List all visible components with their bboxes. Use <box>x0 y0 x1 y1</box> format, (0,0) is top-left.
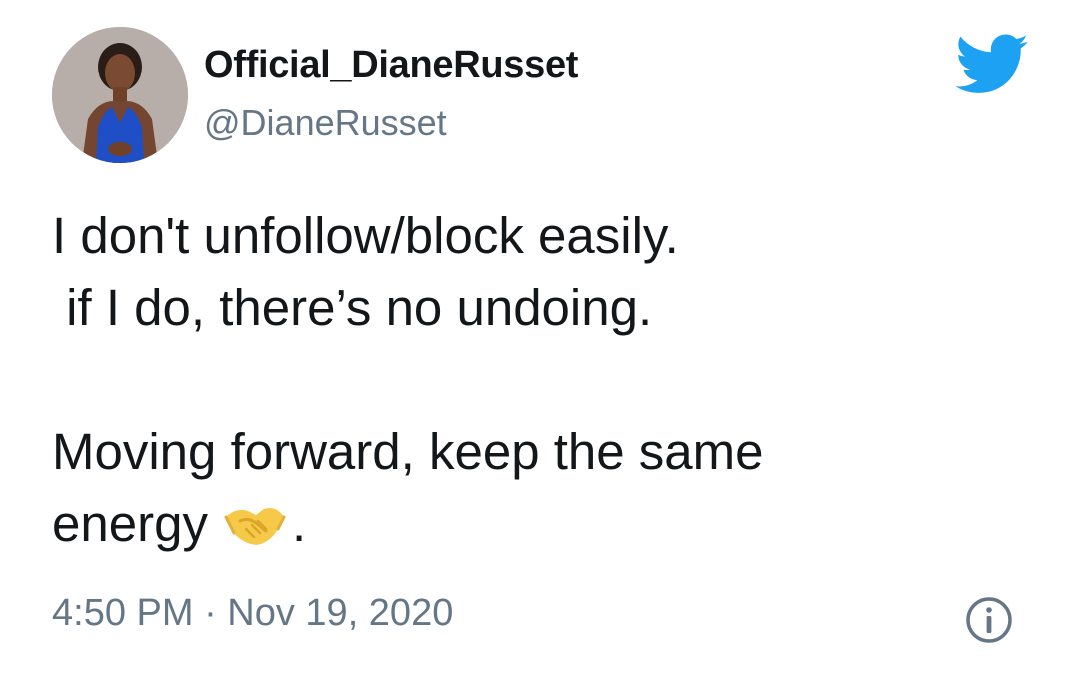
twitter-bird-icon[interactable] <box>954 34 1030 96</box>
tweet-line: energy <box>52 495 208 552</box>
avatar-photo <box>52 27 188 163</box>
tweet-timestamp[interactable]: 4:50 PM · Nov 19, 2020 <box>52 592 453 635</box>
user-handle[interactable]: @DianeRusset <box>204 102 447 144</box>
tweet-line-end: . <box>291 495 307 552</box>
tweet-line: Moving forward, keep the same <box>52 423 764 480</box>
tweet-line: I don't unfollow/block easily. <box>52 207 679 264</box>
display-name[interactable]: Official_DianeRusset <box>204 44 578 87</box>
avatar[interactable] <box>52 27 188 163</box>
handshake-emoji <box>224 508 286 545</box>
tweet-card: Official_DianeRusset @DianeRusset I don'… <box>0 0 1080 673</box>
tweet-line: if I do, there’s no undoing. <box>52 279 653 336</box>
tweet-text: I don't unfollow/block easily. if I do, … <box>52 200 1012 560</box>
info-icon[interactable] <box>964 595 1014 645</box>
